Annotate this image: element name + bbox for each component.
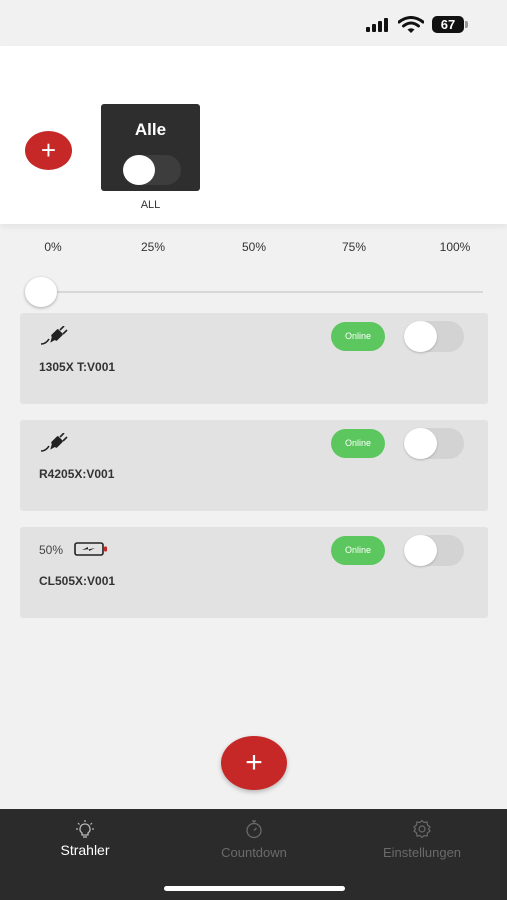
battery-icon: 67 [432, 16, 468, 33]
brightness-tick-50: 50% [241, 240, 267, 254]
add-device-button[interactable]: + [221, 736, 287, 790]
home-indicator [164, 886, 345, 891]
tab-countdown[interactable]: Countdown [189, 809, 319, 869]
plug-icon [40, 326, 68, 345]
brightness-tick-0: 0% [44, 240, 62, 254]
tab-einstellungen[interactable]: Einstellungen [357, 809, 487, 869]
group-panel [0, 46, 507, 224]
group-tile-caption: ALL [140, 199, 161, 211]
cellular-signal-icon [366, 18, 390, 32]
plug-icon [40, 433, 68, 452]
brightness-slider-thumb[interactable] [25, 277, 57, 307]
tab-einstellungen-label: Einstellungen [382, 845, 462, 860]
stopwatch-icon [246, 820, 262, 839]
device-card[interactable]: 1305X T:V001 Online [20, 313, 488, 404]
online-status-badge: Online [331, 536, 385, 565]
device-name: 1305X T:V001 [39, 360, 116, 374]
device-card[interactable]: 50% CL505X:V001 Online [20, 527, 488, 618]
group-tile-name: Alle [134, 120, 167, 139]
brightness-tick-75: 75% [341, 240, 367, 254]
device-name: CL505X:V001 [39, 574, 116, 588]
brightness-tick-25: 25% [140, 240, 166, 254]
device-power-toggle[interactable] [404, 321, 464, 352]
device-card[interactable]: R4205X:V001 Online [20, 420, 488, 511]
online-status-badge: Online [331, 322, 385, 351]
gear-icon [413, 819, 431, 839]
device-power-toggle[interactable] [404, 428, 464, 459]
device-power-toggle[interactable] [404, 535, 464, 566]
device-name: R4205X:V001 [39, 467, 115, 481]
lightbulb-icon [76, 820, 94, 838]
brightness-tick-100: 100% [439, 240, 471, 254]
group-power-toggle[interactable] [123, 155, 181, 185]
status-bar: 67 [0, 0, 507, 46]
tab-countdown-label: Countdown [221, 845, 287, 860]
brightness-slider-track[interactable] [30, 291, 483, 293]
wifi-icon [398, 16, 424, 33]
tab-strahler[interactable]: Strahler [20, 809, 150, 869]
tab-strahler-label: Strahler [60, 842, 110, 858]
group-tile-all[interactable]: Alle [101, 104, 200, 191]
add-group-button[interactable]: + [25, 131, 72, 170]
battery-charging-icon [74, 542, 107, 556]
online-status-badge: Online [331, 429, 385, 458]
battery-percent: 67 [440, 17, 456, 32]
device-battery-level: 50% [39, 543, 64, 557]
